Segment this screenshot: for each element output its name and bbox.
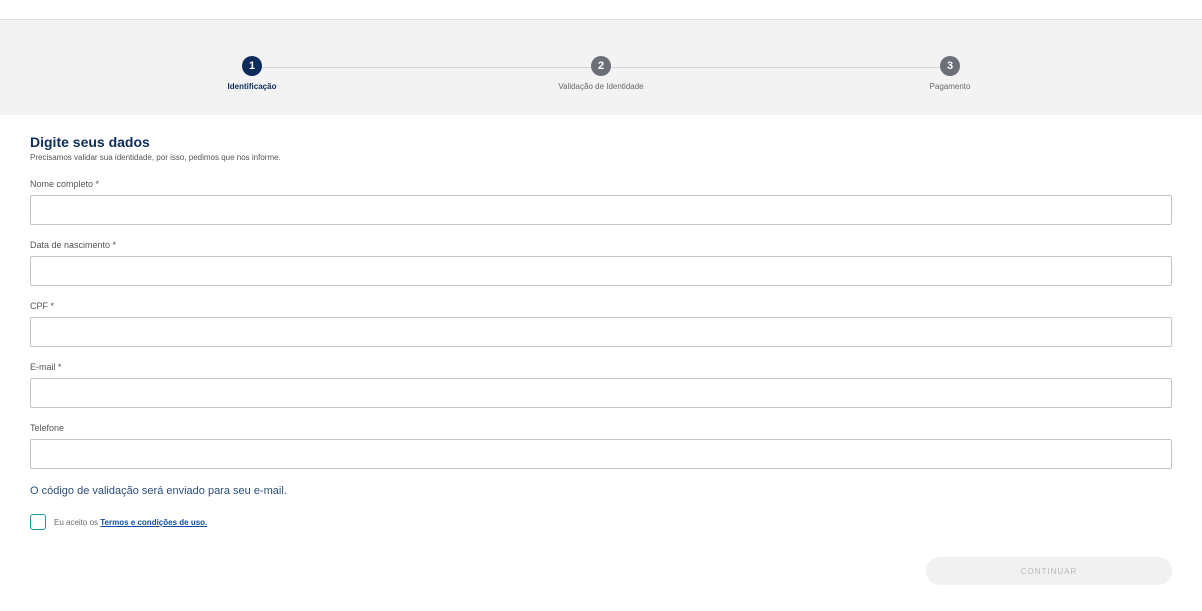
continue-button[interactable]: CONTINUAR: [926, 557, 1172, 585]
terms-link[interactable]: Termos e condições de uso.: [100, 518, 207, 527]
step-label: Validação de Identidade: [558, 82, 644, 91]
step-label: Identificação: [227, 82, 277, 91]
phone-input[interactable]: [30, 439, 1172, 469]
step-label: Pagamento: [929, 82, 971, 91]
step-number: 1: [242, 56, 262, 76]
email-input[interactable]: [30, 378, 1172, 408]
validation-code-note: O código de validação será enviado para …: [30, 485, 287, 497]
form-title: Digite seus dados: [30, 134, 150, 150]
email-label: E-mail *: [30, 362, 62, 372]
step-number: 3: [940, 56, 960, 76]
step-number: 2: [591, 56, 611, 76]
step-validacao-identidade: 2 Validação de Identidade: [521, 56, 681, 91]
cpf-input[interactable]: [30, 317, 1172, 347]
full-name-label: Nome completo *: [30, 179, 100, 189]
terms-prefix: Eu aceito os: [54, 518, 99, 527]
phone-label: Telefone: [30, 423, 65, 433]
progress-stepper: 1 Identificação 2 Validação de Identidad…: [0, 20, 1202, 115]
step-identificacao: 1 Identificação: [172, 56, 332, 91]
cpf-label: CPF *: [30, 301, 55, 311]
terms-checkbox[interactable]: [30, 514, 46, 530]
form-subtitle: Precisamos validar sua identidade, por i…: [30, 153, 281, 162]
birth-date-input[interactable]: [30, 256, 1172, 286]
birth-date-label: Data de nascimento *: [30, 240, 117, 250]
full-name-input[interactable]: [30, 195, 1172, 225]
step-pagamento: 3 Pagamento: [870, 56, 1030, 91]
terms-text: Eu aceito os Termos e condições de uso.: [54, 518, 207, 527]
